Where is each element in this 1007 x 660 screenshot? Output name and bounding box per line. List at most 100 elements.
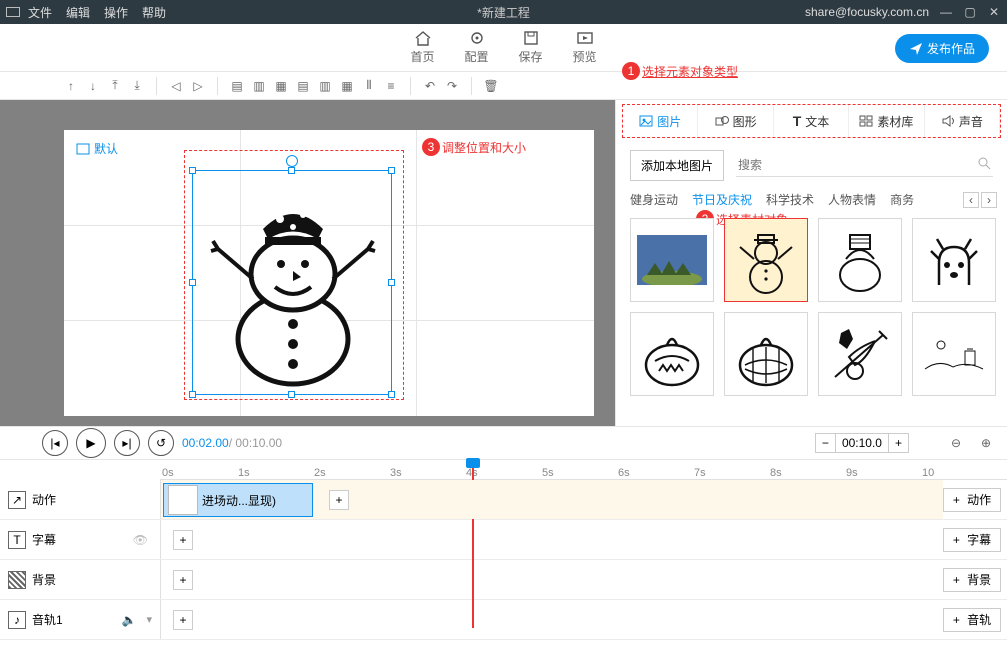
publish-button[interactable]: 发布作品 — [895, 34, 989, 63]
play-button[interactable]: ▶ — [76, 428, 106, 458]
cat-item[interactable]: 商务 — [890, 191, 914, 208]
selection-box[interactable] — [192, 170, 392, 395]
menu-edit[interactable]: 编辑 — [66, 4, 90, 21]
dist-v-icon[interactable]: ≡ — [380, 75, 402, 97]
frame-label[interactable]: 默认 — [76, 140, 118, 157]
resize-handle[interactable] — [388, 279, 395, 286]
audio-lane[interactable]: + — [160, 600, 943, 639]
add-bg-right[interactable]: + 背景 — [943, 568, 1001, 592]
asset-tabs: 图片 图形 T文本 素材库 声音 — [622, 104, 1001, 138]
resize-handle[interactable] — [288, 391, 295, 398]
visibility-icon[interactable]: 👁 — [133, 533, 148, 547]
align-bot-icon[interactable]: ▦ — [336, 75, 358, 97]
bg-lane[interactable]: + — [160, 560, 943, 599]
menu-file[interactable]: 文件 — [28, 4, 52, 21]
canvas-frame[interactable]: 默认 — [64, 130, 594, 416]
annot-1-text: 选择元素对象类型 — [642, 63, 738, 80]
add-action-button[interactable]: + — [329, 490, 349, 510]
nav-preview[interactable]: 预览 — [558, 30, 612, 65]
align-right-icon[interactable]: ▦ — [270, 75, 292, 97]
thumb-item[interactable] — [724, 312, 808, 396]
clip-thumb — [168, 485, 198, 515]
action-lane[interactable]: 进场动...显现) + — [160, 480, 943, 519]
tab-shape[interactable]: 图形 — [698, 105, 773, 137]
cat-item-active[interactable]: 节日及庆祝 — [692, 191, 752, 208]
thumb-item[interactable] — [912, 312, 996, 396]
time-display: 00:02.00/ 00:10.00 — [182, 436, 282, 450]
cat-next-icon[interactable]: › — [981, 192, 997, 208]
zoom-in-icon[interactable]: + — [889, 434, 908, 452]
thumb-item[interactable] — [630, 218, 714, 302]
tab-sound[interactable]: 声音 — [925, 105, 1000, 137]
canvas-area[interactable]: 默认 — [0, 100, 615, 426]
resize-handle[interactable] — [388, 167, 395, 174]
search-input[interactable] — [736, 154, 993, 177]
align-mid-icon[interactable]: ▥ — [314, 75, 336, 97]
cat-prev-icon[interactable]: ‹ — [963, 192, 979, 208]
track-label: 背景 — [32, 571, 56, 588]
add-audio-right[interactable]: + 音轨 — [943, 608, 1001, 632]
add-subtitle-button[interactable]: + — [173, 530, 193, 550]
account-label[interactable]: share@focusky.com.cn — [805, 5, 929, 19]
speaker-icon[interactable]: 🔈 — [122, 613, 137, 627]
thumb-item-selected[interactable] — [724, 218, 808, 302]
thumb-item[interactable] — [912, 218, 996, 302]
cat-item[interactable]: 健身运动 — [630, 191, 678, 208]
resize-handle[interactable] — [189, 391, 196, 398]
search-field[interactable] — [736, 154, 993, 177]
thumb-item[interactable] — [630, 312, 714, 396]
zoom-out-icon[interactable]: − — [816, 434, 836, 452]
time-ruler[interactable]: 0s 1s 2s 3s 4s 5s 6s 7s 8s 9s 10 — [160, 460, 1007, 480]
nav-home[interactable]: 首页 — [396, 30, 450, 65]
align-left-icon[interactable]: ▤ — [226, 75, 248, 97]
arrow-down-icon[interactable]: ↓ — [82, 75, 104, 97]
fit-out-icon[interactable]: ⊖ — [945, 432, 967, 454]
resize-handle[interactable] — [388, 391, 395, 398]
tab-text[interactable]: T文本 — [774, 105, 849, 137]
delete-icon[interactable]: 🗑 — [480, 75, 502, 97]
align-top-icon[interactable]: ▤ — [292, 75, 314, 97]
rotate-handle[interactable] — [286, 155, 298, 167]
search-icon[interactable] — [977, 156, 991, 170]
add-subtitle-right[interactable]: + 字幕 — [943, 528, 1001, 552]
align-center-icon[interactable]: ▥ — [248, 75, 270, 97]
prev-button[interactable]: |◂ — [42, 430, 68, 456]
add-action-right[interactable]: + 动作 — [943, 488, 1001, 512]
arrow-top-icon[interactable]: ⤒ — [104, 75, 126, 97]
redo-icon[interactable]: ↷ — [441, 75, 463, 97]
next-button[interactable]: ▸| — [114, 430, 140, 456]
add-local-image-button[interactable]: 添加本地图片 — [630, 150, 724, 181]
resize-handle[interactable] — [189, 279, 196, 286]
thumb-item[interactable] — [818, 218, 902, 302]
arrow-bottom-icon[interactable]: ⤓ — [126, 75, 148, 97]
maximize-icon[interactable]: ▢ — [963, 5, 977, 19]
flip-v-icon[interactable]: ▷ — [187, 75, 209, 97]
fit-in-icon[interactable]: ⊕ — [975, 432, 997, 454]
action-clip[interactable]: 进场动...显现) — [163, 483, 313, 517]
timeline-zoom[interactable]: − 00:10.0 + — [815, 433, 909, 453]
cat-item[interactable]: 人物表情 — [828, 191, 876, 208]
tab-image[interactable]: 图片 — [623, 105, 698, 137]
arrow-up-icon[interactable]: ↑ — [60, 75, 82, 97]
menu-help[interactable]: 帮助 — [142, 4, 166, 21]
nav-save[interactable]: 保存 — [504, 30, 558, 65]
canvas-snowman-image[interactable] — [203, 179, 383, 389]
close-icon[interactable]: ✕ — [987, 5, 1001, 19]
menu-action[interactable]: 操作 — [104, 4, 128, 21]
add-audio-button[interactable]: + — [173, 610, 193, 630]
add-bg-button[interactable]: + — [173, 570, 193, 590]
resize-handle[interactable] — [288, 167, 295, 174]
dist-h-icon[interactable]: ⫴ — [358, 75, 380, 97]
chevron-down-icon[interactable]: ▾ — [146, 613, 152, 626]
cat-item[interactable]: 科学技术 — [766, 191, 814, 208]
loop-button[interactable]: ↺ — [148, 430, 174, 456]
resize-handle[interactable] — [189, 167, 196, 174]
undo-icon[interactable]: ↶ — [419, 75, 441, 97]
nav-config[interactable]: 配置 — [450, 30, 504, 65]
flip-h-icon[interactable]: ◁ — [165, 75, 187, 97]
thumbnail-grid — [616, 214, 1007, 400]
subtitle-lane[interactable]: + — [160, 520, 943, 559]
tab-library[interactable]: 素材库 — [849, 105, 924, 137]
minimize-icon[interactable]: — — [939, 5, 953, 19]
thumb-item[interactable] — [818, 312, 902, 396]
